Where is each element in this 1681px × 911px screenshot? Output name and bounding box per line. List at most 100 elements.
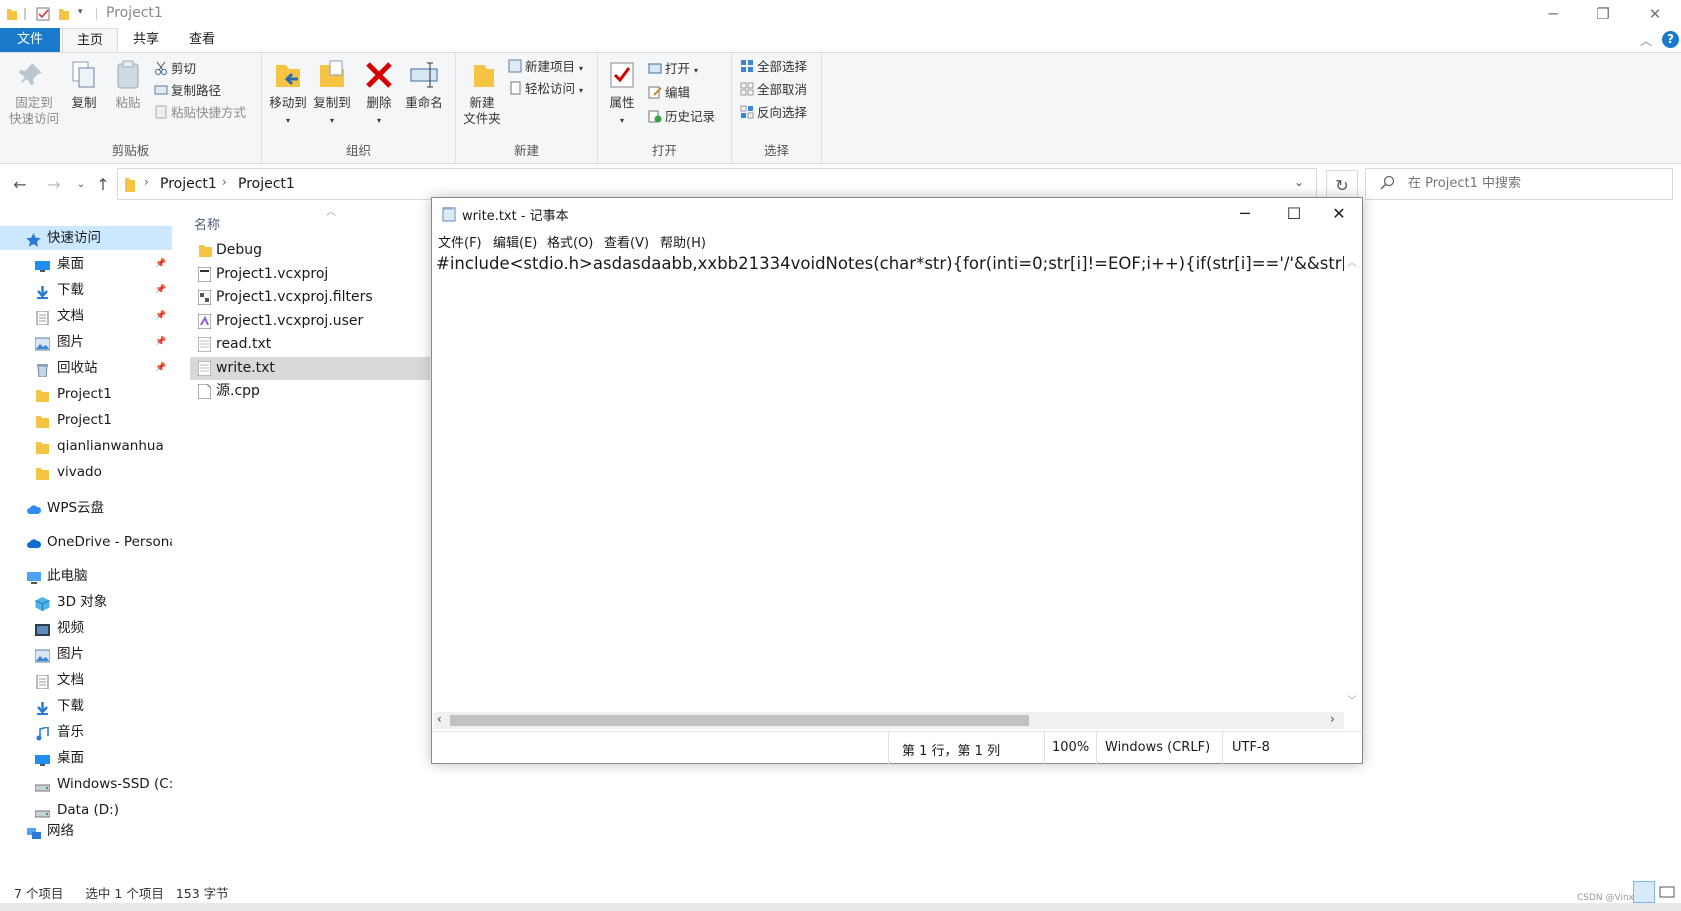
notepad-title-bar[interactable]: write.txt - 记事本 ─ ☐ ✕: [432, 198, 1362, 230]
nav-pc-item[interactable]: 下载: [0, 694, 172, 718]
invert-selection-button[interactable]: 反向选择: [740, 103, 807, 123]
easy-access-button[interactable]: 轻松访问 ▾: [508, 79, 583, 99]
breadcrumb-chevron-icon[interactable]: ›: [222, 175, 227, 189]
select-all-button[interactable]: 全部选择: [740, 57, 807, 77]
nav-onedrive[interactable]: OneDrive - Persona: [0, 530, 172, 554]
file-item[interactable]: Debug: [190, 239, 430, 262]
menu-file[interactable]: 文件(F): [438, 232, 482, 251]
menu-format[interactable]: 格式(O): [547, 232, 593, 251]
scroll-up-icon[interactable]: ︿: [1347, 254, 1357, 269]
address-bar[interactable]: › Project1 › Project1 ⌄: [117, 168, 1317, 200]
nav-quick-item[interactable]: Project1: [0, 382, 172, 406]
file-item[interactable]: Project1.vcxproj: [190, 263, 430, 286]
delete-button[interactable]: 删除 ▾: [362, 59, 396, 129]
scroll-left-icon[interactable]: ‹: [437, 712, 442, 726]
notepad-text-area[interactable]: #include<stdio.h>asdasdaabb,xxbb21334voi…: [434, 254, 1344, 712]
file-item[interactable]: Project1.vcxproj.user: [190, 310, 430, 333]
history-button[interactable]: 历史记录: [648, 107, 715, 127]
details-view-icon[interactable]: [1633, 881, 1655, 903]
pin-icon[interactable]: 📌: [155, 278, 166, 302]
pin-icon[interactable]: 📌: [155, 304, 166, 328]
nav-pc-item[interactable]: 音乐: [0, 720, 172, 744]
nav-pc-item[interactable]: 图片: [0, 642, 172, 666]
refresh-icon[interactable]: ↻: [1326, 170, 1358, 200]
nav-quick-item[interactable]: 回收站 📌: [0, 356, 172, 380]
properties-button[interactable]: 属性 ▾: [604, 59, 640, 129]
tab-file[interactable]: 文件: [0, 28, 60, 52]
nav-quick-item[interactable]: vivado: [0, 460, 172, 484]
nav-pc-item[interactable]: Windows-SSD (C:): [0, 772, 172, 796]
breadcrumb-item[interactable]: Project1: [238, 176, 295, 192]
move-to-button[interactable]: 移动到 ▾: [268, 59, 308, 129]
nav-quick-item[interactable]: 文档 📌: [0, 304, 172, 328]
copy-button[interactable]: 复制: [66, 59, 102, 111]
nav-this-pc[interactable]: 此电脑: [0, 564, 172, 588]
search-input[interactable]: [1408, 176, 1658, 191]
notepad-maximize-button[interactable]: ☐: [1271, 198, 1317, 230]
column-header-name[interactable]: 名称: [194, 214, 220, 233]
scroll-down-icon[interactable]: ﹀: [1347, 692, 1357, 707]
tab-home[interactable]: 主页: [62, 28, 118, 52]
rename-button[interactable]: 重命名: [402, 59, 446, 111]
file-item[interactable]: 源.cpp: [190, 380, 430, 403]
file-item[interactable]: read.txt: [190, 333, 430, 356]
nav-quick-item[interactable]: 下载 📌: [0, 278, 172, 302]
breadcrumb-chevron-icon[interactable]: ›: [144, 175, 149, 189]
pin-quick-access-button[interactable]: 固定到 快速访问: [6, 59, 62, 127]
notepad-minimize-button[interactable]: ─: [1222, 198, 1268, 230]
nav-pc-item[interactable]: 文档: [0, 668, 172, 692]
nav-network[interactable]: 网络: [0, 819, 172, 843]
notepad-vertical-scrollbar[interactable]: ︿ ﹀: [1344, 252, 1361, 712]
tab-view[interactable]: 查看: [176, 28, 228, 52]
paste-button[interactable]: 粘贴: [108, 59, 148, 111]
menu-edit[interactable]: 编辑(E): [493, 232, 537, 251]
clipboard-group-label: 剪贴板: [111, 143, 150, 158]
pin-icon[interactable]: 📌: [155, 330, 166, 354]
file-item[interactable]: write.txt: [190, 356, 430, 380]
menu-help[interactable]: 帮助(H): [660, 232, 706, 251]
back-arrow-icon[interactable]: ←: [9, 174, 31, 196]
breadcrumb-item[interactable]: Project1: [160, 176, 217, 192]
scroll-right-icon[interactable]: ›: [1330, 712, 1335, 726]
tab-share[interactable]: 共享: [120, 28, 172, 52]
large-icons-view-icon[interactable]: [1658, 884, 1676, 900]
pin-icon[interactable]: 📌: [155, 356, 166, 380]
nav-quick-item[interactable]: qianlianwanhua: [0, 434, 172, 458]
select-none-button[interactable]: 全部取消: [740, 80, 807, 100]
restore-button[interactable]: ❐: [1580, 0, 1626, 28]
help-icon[interactable]: ?: [1662, 31, 1679, 48]
nav-pc-item[interactable]: 视频: [0, 616, 172, 640]
new-folder-button[interactable]: 新建 文件夹: [460, 59, 504, 127]
nav-pc-item[interactable]: 桌面: [0, 746, 172, 770]
cut-button[interactable]: 剪切: [154, 59, 196, 79]
properties-quick-icon[interactable]: [36, 6, 51, 22]
menu-view[interactable]: 查看(V): [604, 232, 649, 251]
copy-to-button[interactable]: 复制到 ▾: [312, 59, 352, 129]
forward-arrow-icon[interactable]: →: [43, 174, 65, 196]
edit-button[interactable]: 编辑: [648, 83, 690, 103]
open-button[interactable]: 打开 ▾: [648, 59, 698, 79]
recent-locations-chevron-icon[interactable]: ⌄: [70, 174, 92, 196]
new-folder-quick-icon[interactable]: [58, 6, 70, 22]
new-item-button[interactable]: 新建项目 ▾: [508, 57, 583, 77]
pin-icon[interactable]: 📌: [155, 252, 166, 276]
search-box[interactable]: [1365, 168, 1673, 200]
nav-quick-item[interactable]: Project1: [0, 408, 172, 432]
nav-quick-item[interactable]: 图片 📌: [0, 330, 172, 354]
paste-shortcut-button[interactable]: 粘贴快捷方式: [154, 103, 246, 123]
nav-quick-item[interactable]: 桌面 📌: [0, 252, 172, 276]
up-arrow-icon[interactable]: ↑: [92, 174, 114, 196]
notepad-close-button[interactable]: ✕: [1316, 198, 1362, 230]
minimize-button[interactable]: ─: [1530, 0, 1576, 28]
address-history-chevron-icon[interactable]: ⌄: [1294, 175, 1304, 189]
file-item[interactable]: Project1.vcxproj.filters: [190, 286, 430, 309]
horizontal-scroll-thumb[interactable]: [450, 715, 1029, 726]
nav-pc-item[interactable]: 3D 对象: [0, 590, 172, 614]
collapse-ribbon-icon[interactable]: ︿: [1640, 32, 1652, 49]
close-button[interactable]: ✕: [1632, 0, 1678, 28]
copy-path-button[interactable]: 复制路径: [154, 81, 221, 101]
nav-wps-cloud[interactable]: WPS云盘: [0, 496, 172, 520]
nav-quick-access[interactable]: 快速访问: [0, 226, 172, 250]
customize-toolbar-icon[interactable]: ▾: [78, 7, 88, 23]
notepad-horizontal-scrollbar[interactable]: ‹ ›: [434, 712, 1344, 729]
